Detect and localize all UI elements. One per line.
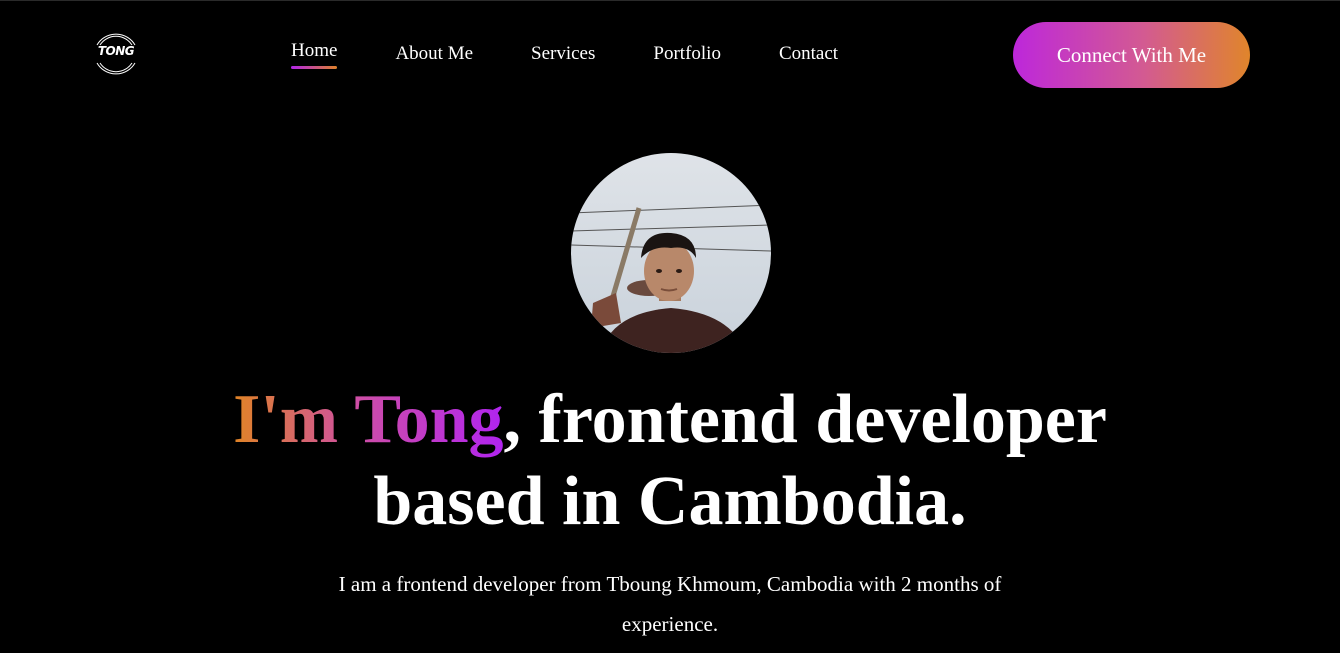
nav-item-contact[interactable]: Contact (750, 39, 867, 69)
connect-button[interactable]: Connect With Me (1013, 22, 1250, 88)
nav-item-about-me[interactable]: About Me (366, 39, 502, 69)
nav-item-portfolio[interactable]: Portfolio (624, 39, 750, 69)
page: TONG Home About Me Services Portfolio Co… (0, 0, 1340, 653)
nav-item-home[interactable]: Home (262, 36, 366, 69)
hero-headline: I'm Tong, frontend developer based in Cam… (0, 379, 1340, 543)
headline-line2: based in Cambodia. (373, 463, 967, 540)
avatar (571, 153, 771, 353)
logo[interactable]: TONG (89, 25, 143, 83)
nav-item-label: Home (291, 40, 338, 61)
profile-photo-icon (571, 153, 771, 353)
headline-line1-rest: , frontend developer (503, 381, 1107, 458)
nav-item-label: About Me (395, 43, 474, 64)
nav-item-services[interactable]: Services (502, 39, 624, 69)
nav-item-label: Contact (778, 43, 839, 64)
headline-highlight: I'm Tong (233, 381, 504, 458)
hero-description: I am a frontend developer from Tboung Kh… (338, 572, 1002, 636)
logo-text: TONG (97, 44, 135, 58)
active-underline (291, 66, 338, 69)
nav-item-label: Services (531, 43, 596, 64)
nav-item-label: Portfolio (653, 43, 721, 64)
main-nav: Home About Me Services Portfolio Contact (262, 39, 867, 72)
